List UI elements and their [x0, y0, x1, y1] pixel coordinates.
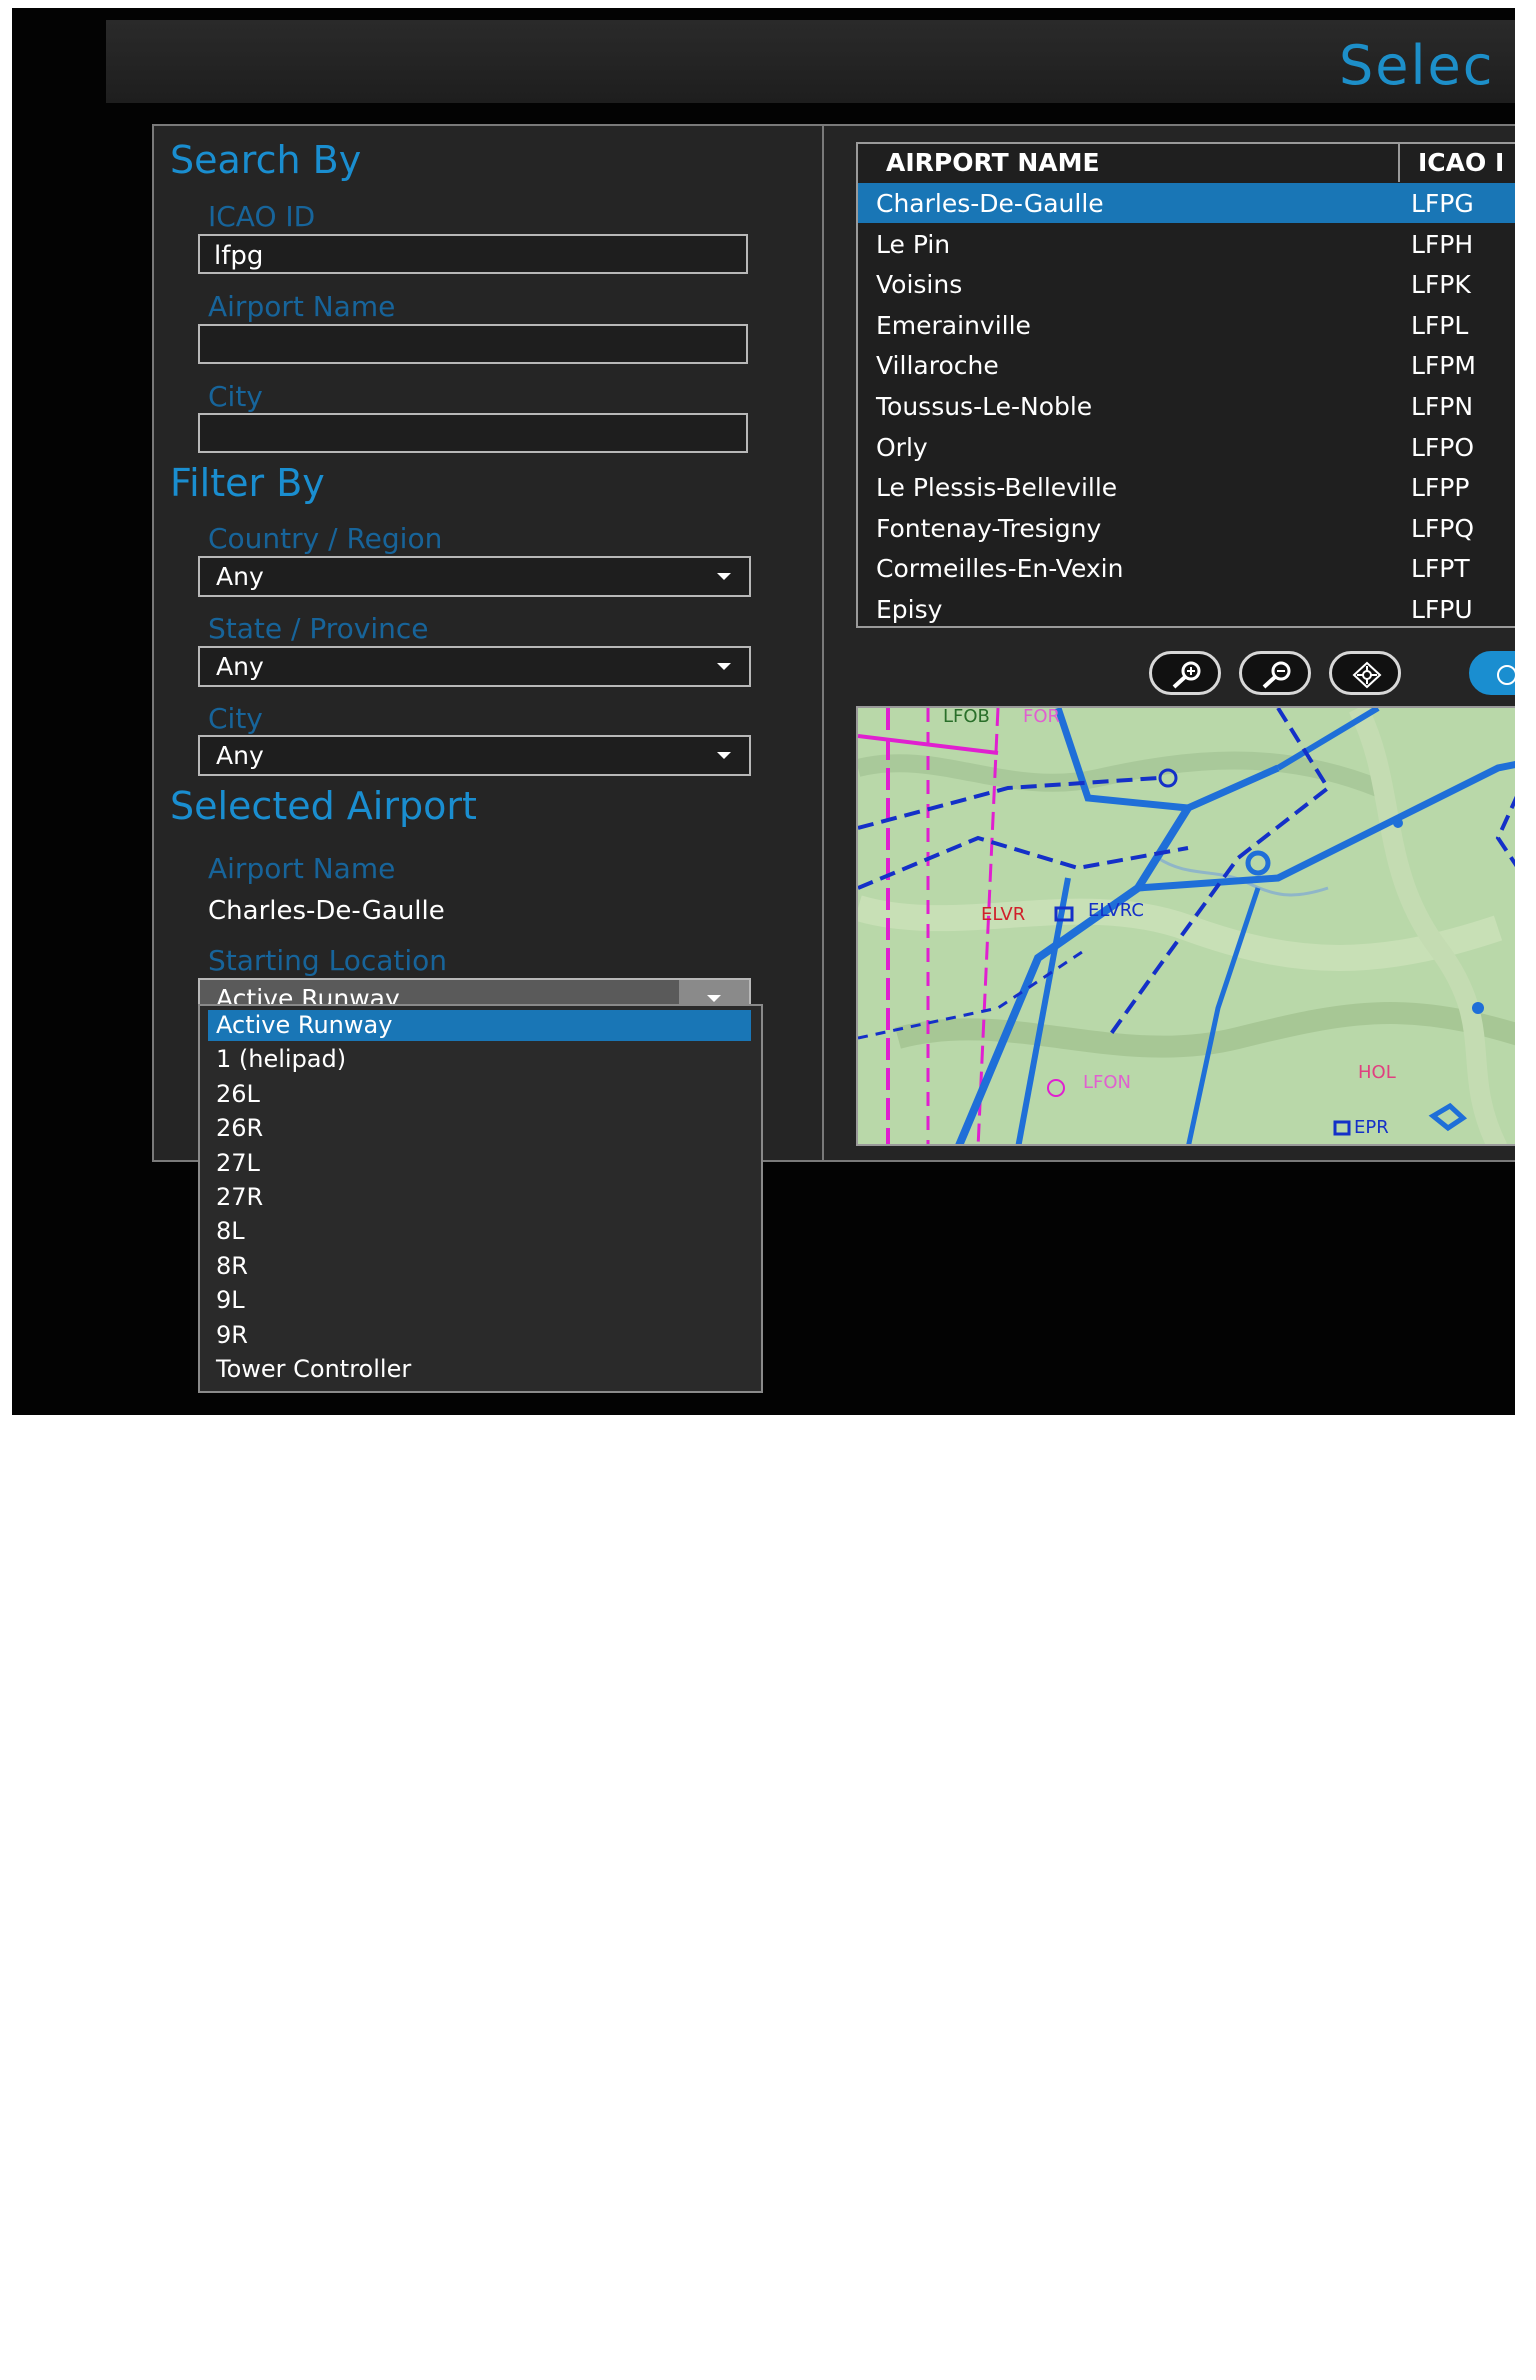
airport-name-cell: Cormeilles-En-Vexin — [876, 554, 1124, 584]
state-province-label: State / Province — [208, 612, 429, 645]
chevron-down-icon — [707, 995, 721, 1002]
filter-by-heading: Filter By — [170, 461, 325, 505]
icao-id-input[interactable]: lfpg — [198, 234, 748, 274]
column-divider[interactable] — [1398, 144, 1400, 182]
zoom-out-button[interactable] — [1239, 651, 1311, 695]
table-row[interactable]: Charles-De-Gaulle LFPG — [858, 183, 1515, 223]
selected-airport-name-label: Airport Name — [208, 852, 396, 885]
sectional-map[interactable]: LFOB FOR ELVR ELVRC HOL LFON EPR — [856, 706, 1515, 1146]
airport-name-cell: Le Pin — [876, 229, 951, 259]
airport-name-cell: Villaroche — [876, 351, 999, 381]
city-input[interactable] — [198, 413, 748, 453]
dropdown-option[interactable]: Active Runway — [208, 1010, 751, 1041]
icao-cell: LFPH — [1411, 229, 1474, 259]
country-region-select[interactable]: Any — [198, 556, 751, 597]
dropdown-option[interactable]: 1 (helipad) — [208, 1044, 751, 1075]
layers-button[interactable] — [1469, 651, 1515, 695]
map-label: ELVRC — [1088, 900, 1144, 921]
dropdown-option[interactable]: 26L — [208, 1079, 751, 1110]
airport-name-cell: Le Plessis-Belleville — [876, 473, 1118, 503]
airport-name-cell: Emerainville — [876, 310, 1031, 340]
page-title: Selec — [1339, 34, 1495, 97]
map-label: LFON — [1083, 1072, 1131, 1093]
country-region-label: Country / Region — [208, 522, 443, 555]
map-label: ELVR — [981, 904, 1025, 925]
search-by-heading: Search By — [170, 138, 362, 182]
country-region-value: Any — [216, 562, 264, 591]
table-row[interactable]: Emerainville LFPL — [858, 305, 1515, 345]
map-label: LFOB — [943, 708, 990, 727]
filter-city-label: City — [208, 702, 263, 735]
airport-name-cell: Fontenay-Tresigny — [876, 513, 1102, 543]
zoom-in-icon — [1172, 661, 1201, 689]
airport-name-cell: Episy — [876, 595, 943, 624]
app-window: Selec Search By ICAO ID lfpg Airport Nam… — [12, 8, 1515, 1415]
map-label: FOR — [1023, 708, 1060, 727]
airport-table: AIRPORT NAME ICAO I Charles-De-Gaulle LFP… — [856, 142, 1515, 628]
airport-name-cell: Toussus-Le-Noble — [876, 392, 1093, 421]
column-header-airport-name[interactable]: AIRPORT NAME — [886, 144, 1100, 182]
airport-name-cell: Charles-De-Gaulle — [876, 189, 1104, 218]
chevron-down-icon — [717, 573, 731, 580]
zoom-in-button[interactable] — [1149, 651, 1221, 695]
table-row[interactable]: Fontenay-Tresigny LFPQ — [858, 508, 1515, 548]
dropdown-option[interactable]: 8R — [208, 1251, 751, 1282]
airport-name-cell: Orly — [876, 432, 928, 462]
table-row[interactable]: Le Pin LFPH — [858, 224, 1515, 264]
icao-cell: LFPN — [1411, 392, 1474, 421]
dropdown-option[interactable]: 27R — [208, 1182, 751, 1213]
table-row[interactable]: Voisins LFPK — [858, 264, 1515, 304]
icao-cell: LFPL — [1411, 310, 1469, 340]
dropdown-option[interactable]: 9L — [208, 1285, 751, 1316]
dropdown-option[interactable]: 27L — [208, 1148, 751, 1179]
state-province-value: Any — [216, 652, 264, 681]
airport-name-input[interactable] — [198, 324, 748, 364]
airport-name-label: Airport Name — [208, 290, 396, 323]
starting-location-label: Starting Location — [208, 944, 448, 977]
icao-cell: LFPK — [1411, 270, 1471, 300]
results-panel: AIRPORT NAME ICAO I Charles-De-Gaulle LFP… — [822, 124, 1515, 1162]
icao-cell: LFPT — [1411, 554, 1470, 584]
center-map-button[interactable] — [1329, 651, 1401, 695]
dropdown-option[interactable]: 26R — [208, 1113, 751, 1144]
map-label: HOL — [1358, 1062, 1396, 1083]
dropdown-option[interactable]: 9R — [208, 1320, 751, 1351]
table-row[interactable]: Le Plessis-Belleville LFPP — [858, 467, 1515, 507]
filter-city-value: Any — [216, 741, 264, 770]
airport-name-cell: Voisins — [876, 270, 963, 300]
layers-icon — [1497, 665, 1515, 685]
icao-cell: LFPP — [1411, 473, 1470, 503]
city-label: City — [208, 380, 263, 413]
chevron-down-icon — [717, 663, 731, 670]
zoom-out-icon — [1262, 661, 1291, 689]
icao-cell: LFPM — [1411, 351, 1476, 381]
table-row[interactable]: Toussus-Le-Noble LFPN — [858, 386, 1515, 426]
chevron-down-icon — [717, 752, 731, 759]
table-row[interactable]: Cormeilles-En-Vexin LFPT — [858, 548, 1515, 588]
center-icon — [1352, 661, 1382, 689]
map-label: EPR — [1354, 1117, 1389, 1138]
title-bar: Selec — [106, 20, 1515, 103]
dropdown-option[interactable]: 8L — [208, 1216, 751, 1247]
table-row[interactable]: Villaroche LFPM — [858, 345, 1515, 385]
icao-id-label: ICAO ID — [208, 200, 316, 233]
icao-cell: LFPO — [1411, 432, 1475, 462]
icao-cell: LFPG — [1411, 189, 1474, 218]
state-province-select[interactable]: Any — [198, 646, 751, 687]
selected-airport-heading: Selected Airport — [170, 784, 477, 828]
dropdown-option[interactable]: Tower Controller — [208, 1354, 751, 1385]
map-canvas: LFOB FOR ELVR ELVRC HOL LFON EPR — [858, 708, 1515, 1144]
icao-cell: LFPQ — [1411, 513, 1475, 543]
selected-airport-name-value: Charles-De-Gaulle — [208, 896, 445, 926]
filter-city-select[interactable]: Any — [198, 735, 751, 776]
starting-location-dropdown: Active Runway 1 (helipad) 26L 26R 27L 27R 8L 8R… — [198, 1004, 763, 1393]
column-header-icao[interactable]: ICAO I — [1418, 144, 1504, 182]
icao-cell: LFPU — [1411, 595, 1473, 624]
table-row[interactable]: Episy LFPU — [858, 589, 1515, 629]
table-row[interactable]: Orly LFPO — [858, 427, 1515, 467]
